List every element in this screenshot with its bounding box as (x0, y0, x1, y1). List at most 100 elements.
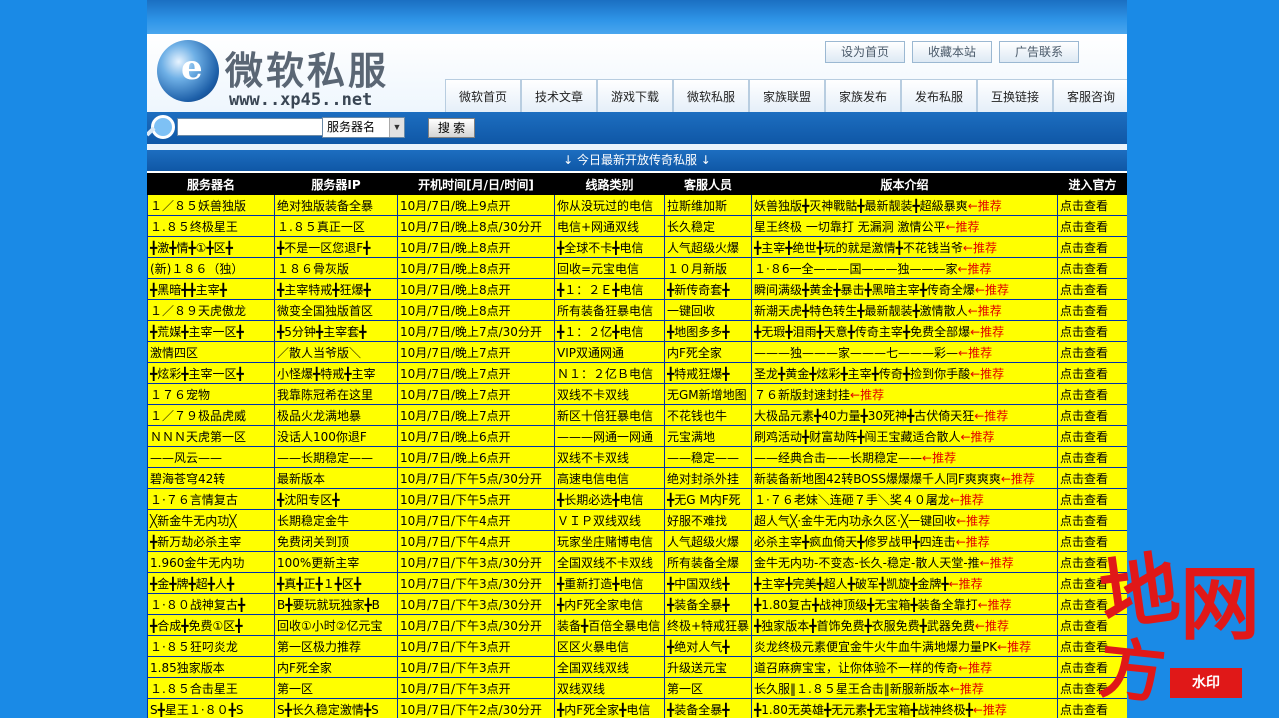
line-type-cell: 所有装备狂暴电信 (554, 299, 665, 321)
server-name-cell[interactable]: １／８９天虎傲龙 (147, 299, 275, 321)
server-name-cell[interactable]: ╋合成╋免费①区╋ (147, 614, 275, 636)
nav-item-link-exchange[interactable]: 互换链接 (977, 79, 1053, 113)
version-intro-text: 长久服‖１.８５星王合击‖新服新版本 (754, 681, 950, 696)
recommend-tag: ←推荐 (922, 450, 957, 465)
chevron-down-icon[interactable]: ▼ (389, 118, 404, 137)
recommend-tag: ←推荐 (958, 660, 993, 675)
ad-contact-link[interactable]: 广告联系 (999, 41, 1079, 63)
view-official-link[interactable]: 点击查看 (1057, 467, 1127, 489)
view-official-link[interactable]: 点击查看 (1057, 341, 1127, 363)
server-name-cell[interactable]: 1.85独家版本 (147, 656, 275, 678)
line-type-cell: ———网通一网通 (554, 425, 665, 447)
table-header-row: 服务器名 服务器IP 开机时间[月/日/时间] 线路类别 客服人员 版本介绍 进… (147, 173, 1127, 195)
nav-item-home[interactable]: 微软首页 (445, 79, 521, 113)
search-type-select[interactable]: 服务器名 ▼ (322, 117, 405, 138)
nav-item-downloads[interactable]: 游戏下载 (597, 79, 673, 113)
server-name-cell[interactable]: １／８５妖兽独版 (147, 194, 275, 216)
table-row: １.８５合击星王 第一区 10月/7日/下午3点开 双线双线 第一区 长久服‖１.８５星王… (147, 677, 1127, 699)
server-name-cell[interactable]: ╳新金牛无内功╳ (147, 509, 275, 531)
view-official-link[interactable]: 点击查看 (1057, 236, 1127, 258)
page-container: e 微软私服 www..xp45..net 设为首页 收藏本站 广告联系 微软首… (147, 0, 1127, 718)
version-intro-text: ╋1.80无英雄╋无元素╋无宝箱╋战神终极╋ (754, 702, 973, 717)
nav-item-support[interactable]: 客服咨询 (1053, 79, 1127, 113)
table-row: ╋炫彩╋主宰一区╋ 小怪爆╋特戒╋主宰 10月/7日/晚上7点开 Ｎ１：２亿Ｂ电信 ╋特… (147, 362, 1127, 384)
view-official-link[interactable]: 点击查看 (1057, 215, 1127, 237)
support-staff-cell: 终极+特戒狂暴 (664, 614, 752, 636)
server-name-cell[interactable]: S╋星王１·８０╋S (147, 698, 275, 718)
support-staff-cell: ╋中国双线╋ (664, 572, 752, 594)
table-row: ╋金╋牌╋超╋人╋ ╋真╋正╋１╋区╋ 10月/7日/下午3点/30分开 ╋重新打造╋… (147, 572, 1127, 594)
server-name-cell[interactable]: １.８５终极星王 (147, 215, 275, 237)
support-staff-cell: 绝对封杀外挂 (664, 467, 752, 489)
view-official-link[interactable]: 点击查看 (1057, 257, 1127, 279)
view-official-link[interactable]: 点击查看 (1057, 383, 1127, 405)
site-logo-title[interactable]: 微软私服 (225, 40, 389, 95)
server-name-cell[interactable]: １·８５狂叼炎龙 (147, 635, 275, 657)
line-type-cell: ╋１：２亿╋电信 (554, 320, 665, 342)
version-intro-cell: ╋1.80复古╋战神顶级╋无宝箱╋装备全靠打←推荐 (751, 593, 1058, 615)
open-time-cell: 10月/7日/下午3点/30分开 (397, 572, 555, 594)
nav-item-servers[interactable]: 微软私服 (673, 79, 749, 113)
support-staff-cell: 好服不难找 (664, 509, 752, 531)
watermark-badge: 水印 (1170, 668, 1242, 698)
view-official-link[interactable]: 点击查看 (1057, 509, 1127, 531)
server-name-cell[interactable]: 碧海苍穹42转 (147, 467, 275, 489)
search-button[interactable]: 搜 索 (428, 118, 475, 138)
table-row: 1.960金牛无内功 100%更新主宰 10月/7日/下午3点/30分开 全国双线不卡… (147, 551, 1127, 573)
server-name-cell[interactable]: １·７６言情复古 (147, 488, 275, 510)
server-name-cell[interactable]: １／７９极品虎威 (147, 404, 275, 426)
view-official-link[interactable]: 点击查看 (1057, 425, 1127, 447)
line-type-cell: 你从没玩过的电信 (554, 194, 665, 216)
nav-item-clan-alliance[interactable]: 家族联盟 (749, 79, 825, 113)
view-official-link[interactable]: 点击查看 (1057, 404, 1127, 426)
version-intro-cell: 必杀主宰╋疯血倚天╋修罗战甲╋四连击←推荐 (751, 530, 1058, 552)
server-ip-cell: ╋5分钟╋主宰套╋ (274, 320, 398, 342)
open-time-cell: 10月/7日/下午5点开 (397, 488, 555, 510)
server-name-cell[interactable]: １７６宠物 (147, 383, 275, 405)
open-time-cell: 10月/7日/下午3点开 (397, 635, 555, 657)
server-name-cell[interactable]: ╋荒媒╋主宰一区╋ (147, 320, 275, 342)
line-type-cell: ╋１：２Ｅ╋电信 (554, 278, 665, 300)
server-name-cell[interactable]: ╋金╋牌╋超╋人╋ (147, 572, 275, 594)
server-name-cell[interactable]: ╋炫彩╋主宰一区╋ (147, 362, 275, 384)
watermark-char: 方 (1095, 628, 1170, 714)
nav-item-clan-publish[interactable]: 家族发布 (825, 79, 901, 113)
version-intro-cell: ╋1.80无英雄╋无元素╋无宝箱╋战神终极╋←推荐 (751, 698, 1058, 718)
server-name-cell[interactable]: １·８０战神复古╋ (147, 593, 275, 615)
view-official-link[interactable]: 点击查看 (1057, 194, 1127, 216)
server-ip-cell: ╋不是一区您退F╋ (274, 236, 398, 258)
server-name-cell[interactable]: ——风云—— (147, 446, 275, 468)
nav-item-publish-server[interactable]: 发布私服 (901, 79, 977, 113)
search-type-value: 服务器名 (327, 120, 376, 134)
line-type-cell: 装备╋百倍全暴电信 (554, 614, 665, 636)
search-input[interactable] (177, 118, 325, 136)
nav-item-articles[interactable]: 技术文章 (521, 79, 597, 113)
view-official-link[interactable]: 点击查看 (1057, 362, 1127, 384)
line-type-cell: VIP双通网通 (554, 341, 665, 363)
bookmark-link[interactable]: 收藏本站 (912, 41, 992, 63)
column-header-version-intro: 版本介绍 (751, 173, 1058, 195)
view-official-link[interactable]: 点击查看 (1057, 488, 1127, 510)
globe-logo-icon[interactable]: e (157, 40, 219, 102)
server-name-cell[interactable]: ╋黑暗╋╋主宰╋ (147, 278, 275, 300)
view-official-link[interactable]: 点击查看 (1057, 320, 1127, 342)
server-name-cell[interactable]: 1.960金牛无内功 (147, 551, 275, 573)
table-row: １／８５妖兽独版 绝对独版装备全暴 10月/7日/晚上9点开 你从没玩过的电信 拉斯维加… (147, 194, 1127, 216)
view-official-link[interactable]: 点击查看 (1057, 446, 1127, 468)
view-official-link[interactable]: 点击查看 (1057, 278, 1127, 300)
server-name-cell[interactable]: 激情四区 (147, 341, 275, 363)
server-ip-cell: ——长期稳定—— (274, 446, 398, 468)
server-name-cell[interactable]: ＮＮＮ天虎第一区 (147, 425, 275, 447)
set-homepage-link[interactable]: 设为首页 (825, 41, 905, 63)
line-type-cell: 全国双线双线 (554, 656, 665, 678)
server-ip-cell: 没话人100你退F (274, 425, 398, 447)
recommend-tag: ←推荐 (958, 345, 993, 360)
watermark-logo: 地 网 方 水印 (1080, 530, 1279, 718)
server-name-cell[interactable]: １.８５合击星王 (147, 677, 275, 699)
open-time-cell: 10月/7日/晚上8点开 (397, 257, 555, 279)
server-name-cell[interactable]: (新)１８６（独） (147, 257, 275, 279)
server-name-cell[interactable]: ╋激╋情╋①╋区╋ (147, 236, 275, 258)
version-intro-cell: ╋主宰╋绝世╋玩的就是激情╋不花钱当爷←推荐 (751, 236, 1058, 258)
view-official-link[interactable]: 点击查看 (1057, 299, 1127, 321)
server-name-cell[interactable]: ╋新万劫必杀主宰 (147, 530, 275, 552)
